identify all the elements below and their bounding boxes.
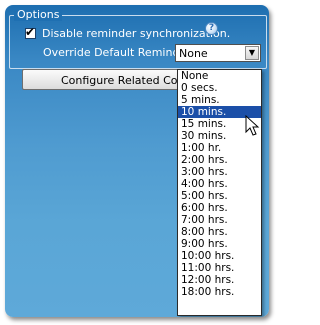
- dropdown-option[interactable]: 11:00 hrs.: [178, 262, 261, 274]
- dropdown-option[interactable]: 5 mins.: [178, 94, 261, 106]
- checkmark-icon: ✔: [25, 25, 36, 39]
- dropdown-option[interactable]: 2:00 hrs.: [178, 154, 261, 166]
- select-current-value: None: [179, 47, 208, 60]
- disable-sync-label[interactable]: Disable reminder synchronization.: [42, 27, 230, 40]
- configure-related-button[interactable]: Configure Related Cont: [22, 69, 178, 90]
- dropdown-option[interactable]: 0 secs.: [178, 82, 261, 94]
- disable-sync-checkbox[interactable]: ✔: [25, 25, 36, 39]
- help-icon[interactable]: ?: [205, 22, 218, 35]
- dropdown-option[interactable]: 1:00 hr.: [178, 142, 261, 154]
- options-group-title: Options: [14, 8, 63, 21]
- dropdown-option[interactable]: 5:00 hrs.: [178, 190, 261, 202]
- dropdown-option[interactable]: 9:00 hrs.: [178, 238, 261, 250]
- dropdown-option[interactable]: 8:00 hrs.: [178, 226, 261, 238]
- reminder-dropdown-list[interactable]: None 0 secs. 5 mins. 10 mins. 15 mins. 30 min…: [177, 69, 262, 316]
- chevron-down-icon[interactable]: ▼: [245, 46, 259, 60]
- dropdown-option[interactable]: 10:00 hrs.: [178, 250, 261, 262]
- dropdown-option[interactable]: 6:00 hrs.: [178, 202, 261, 214]
- dropdown-option[interactable]: 18:00 hrs.: [178, 286, 261, 298]
- mouse-cursor-icon: [245, 115, 260, 136]
- dropdown-option[interactable]: None: [178, 70, 261, 82]
- dropdown-option[interactable]: 4:00 hrs.: [178, 178, 261, 190]
- override-reminder-select[interactable]: None ▼: [175, 44, 261, 62]
- dropdown-option[interactable]: 3:00 hrs.: [178, 166, 261, 178]
- configure-related-label: Configure Related Cont: [61, 74, 178, 87]
- dropdown-option[interactable]: 7:00 hrs.: [178, 214, 261, 226]
- options-panel: Options ✔ Disable reminder synchronizati…: [5, 5, 269, 317]
- override-reminder-label: Override Default Reminder: [43, 46, 191, 59]
- dropdown-option[interactable]: 12:00 hrs.: [178, 274, 261, 286]
